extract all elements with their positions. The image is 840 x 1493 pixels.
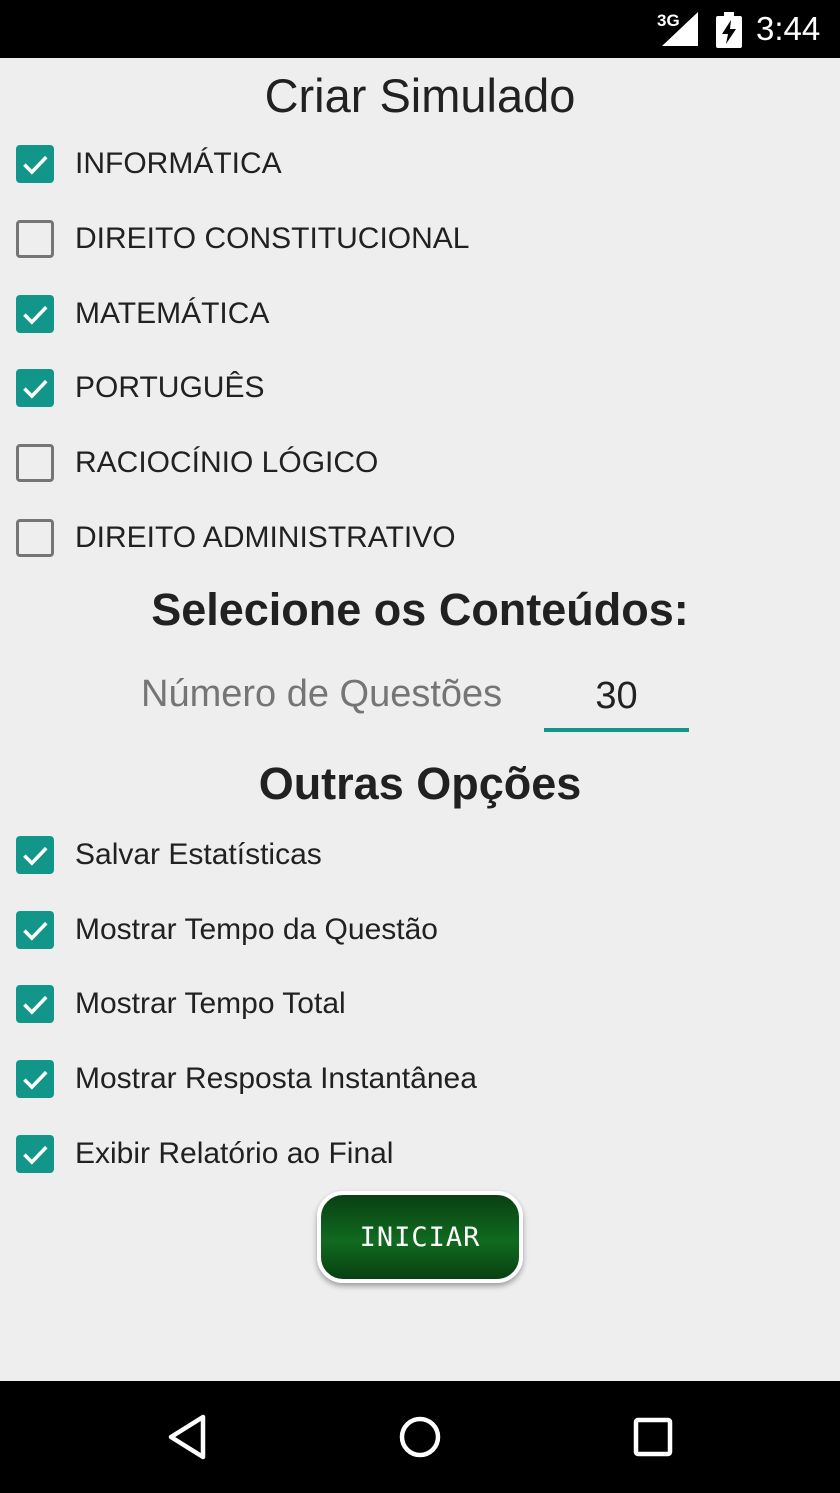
subject-checkbox-direito-constitucional[interactable]: DIREITO CONSTITUCIONAL (16, 217, 469, 261)
contents-heading: Selecione os Conteúdos: (151, 584, 689, 635)
back-button[interactable] (127, 1381, 247, 1493)
checkbox[interactable] (16, 295, 54, 333)
checkbox[interactable] (16, 985, 54, 1023)
subject-checkbox-portugues[interactable]: PORTUGUÊS (16, 366, 264, 410)
checkbox-label: RACIOCÍNIO LÓGICO (75, 446, 379, 479)
checkbox-label: Exibir Relatório ao Final (75, 1137, 394, 1170)
checkbox-label: DIREITO ADMINISTRATIVO (75, 521, 456, 554)
checkbox-label: Mostrar Resposta Instantânea (75, 1062, 477, 1095)
subject-checkbox-informatica[interactable]: INFORMÁTICA (16, 142, 282, 186)
option-checkbox-resposta-instantanea[interactable]: Mostrar Resposta Instantânea (16, 1057, 477, 1101)
options-heading: Outras Opções (258, 758, 582, 809)
checkmark-icon (23, 995, 48, 1015)
start-button[interactable]: INICIAR (317, 1191, 523, 1283)
back-triangle-icon (168, 1414, 206, 1460)
checkbox-label: PORTUGUÊS (75, 371, 265, 404)
checkbox[interactable] (16, 369, 54, 407)
checkbox-label: Salvar Estatísticas (75, 838, 322, 871)
status-clock: 3:44 (756, 10, 821, 47)
checkmark-icon (23, 1145, 48, 1165)
checkbox-label: Mostrar Tempo Total (75, 987, 346, 1020)
battery-charging-icon (716, 12, 742, 48)
checkbox[interactable] (16, 444, 54, 482)
subject-checkbox-matematica[interactable]: MATEMÁTICA (16, 292, 269, 336)
subject-checkbox-raciocinio-logico[interactable]: RACIOCÍNIO LÓGICO (16, 441, 378, 485)
checkbox[interactable] (16, 145, 54, 183)
option-checkbox-salvar-estatisticas[interactable]: Salvar Estatísticas (16, 833, 322, 877)
checkbox[interactable] (16, 911, 54, 949)
option-checkbox-tempo-total[interactable]: Mostrar Tempo Total (16, 982, 346, 1026)
checkmark-icon (23, 921, 48, 941)
checkbox[interactable] (16, 1135, 54, 1173)
checkmark-icon (23, 155, 48, 175)
option-checkbox-tempo-questao[interactable]: Mostrar Tempo da Questão (16, 908, 438, 952)
home-button[interactable] (360, 1381, 480, 1493)
recents-square-icon (633, 1417, 673, 1457)
page-title: Criar Simulado (264, 69, 576, 122)
home-circle-icon (399, 1416, 441, 1458)
subject-checkbox-direito-administrativo[interactable]: DIREITO ADMINISTRATIVO (16, 516, 456, 560)
questions-label: Número de Questões (141, 673, 503, 715)
checkmark-icon (23, 379, 48, 399)
checkbox[interactable] (16, 519, 54, 557)
checkbox-label: INFORMÁTICA (75, 147, 282, 180)
checkmark-icon (23, 305, 48, 325)
network-type: 3G (657, 11, 680, 30)
checkbox-label: DIREITO CONSTITUCIONAL (75, 222, 470, 255)
recents-button[interactable] (593, 1381, 713, 1493)
checkmark-icon (23, 1070, 48, 1090)
checkbox-label: MATEMÁTICA (75, 297, 270, 330)
option-checkbox-relatorio-final[interactable]: Exibir Relatório ao Final (16, 1132, 393, 1176)
checkbox[interactable] (16, 836, 54, 874)
checkmark-icon (23, 846, 48, 866)
checkbox-label: Mostrar Tempo da Questão (75, 913, 438, 946)
status-bar: 3G 3:44 (0, 0, 840, 58)
checkbox[interactable] (16, 1060, 54, 1098)
navigation-bar (0, 1381, 840, 1493)
checkbox[interactable] (16, 220, 54, 258)
main-content: Criar Simulado INFORMÁTICA DIREITO CONST… (0, 58, 840, 1381)
questions-count-input[interactable]: 30 (544, 670, 689, 732)
